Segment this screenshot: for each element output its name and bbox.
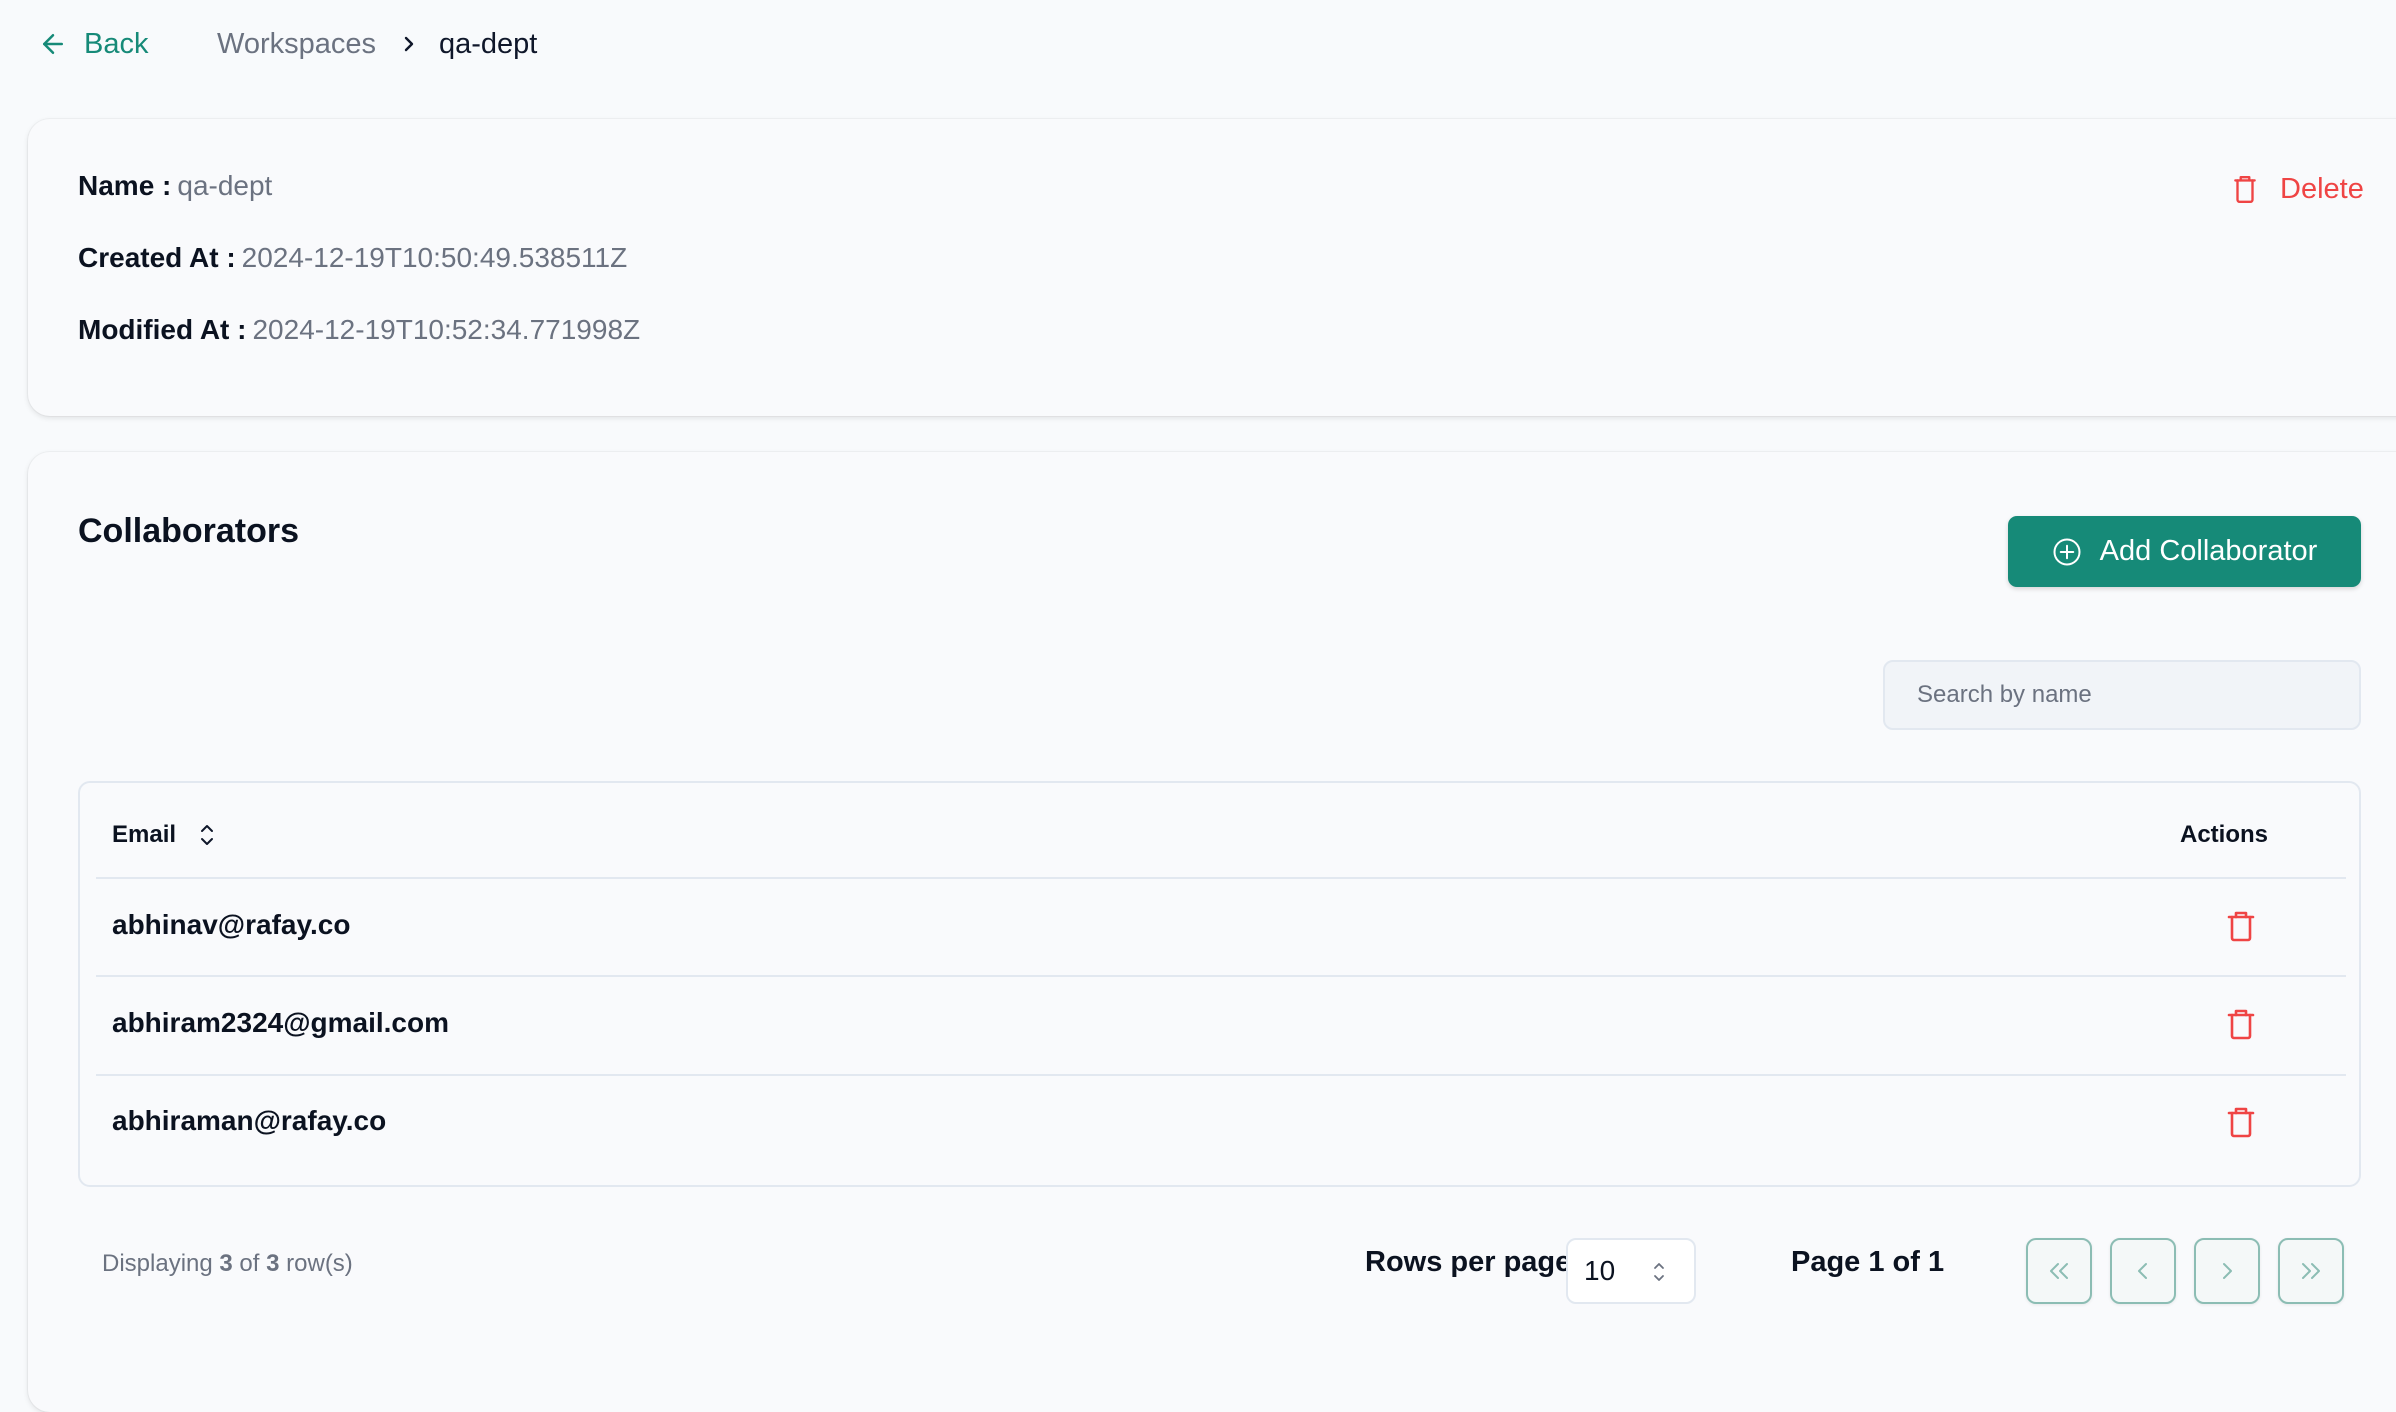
name-label: Name : [78,170,172,201]
breadcrumb-current: qa-dept [439,28,538,60]
row-divider [96,1074,2346,1076]
modified-at-field: Modified At :2024-12-19T10:52:34.771998Z [78,310,640,350]
collaborators-card: Collaborators Add Collaborator Email Act… [28,452,2396,1412]
chevron-left-icon [2138,1263,2147,1279]
created-at-label: Created At : [78,242,236,273]
displaying-of: of [239,1250,260,1277]
previous-page-button[interactable] [2110,1238,2176,1304]
modified-at-label: Modified At : [78,314,247,345]
column-header-email[interactable]: Email [112,821,216,849]
delete-label: Delete [2280,172,2364,205]
displaying-suffix: row(s) [286,1250,353,1277]
add-collaborator-button[interactable]: Add Collaborator [2008,516,2361,587]
trash-icon[interactable] [2226,909,2256,943]
chevron-right-icon [404,36,414,52]
column-header-actions: Actions [2180,821,2269,848]
rows-per-page-value: 10 [1584,1255,1616,1286]
page-indicator: Page 1 of 1 [1791,1246,1945,1278]
row-divider [96,975,2346,977]
add-collaborator-label: Add Collaborator [2099,535,2318,567]
trash-icon [2234,176,2256,204]
header-divider [96,877,2346,879]
row-email: abhiraman@rafay.co [112,1105,387,1136]
row-email: abhinav@rafay.co [112,909,351,940]
chevrons-right-icon [2302,1263,2320,1279]
chevron-right-icon [2223,1263,2232,1279]
displaying-total: 3 [266,1250,280,1277]
trash-icon[interactable] [2226,1007,2256,1041]
rows-per-page-select[interactable]: 10 [1566,1238,1696,1304]
trash-icon[interactable] [2226,1105,2256,1139]
plus-circle-icon [2053,538,2081,565]
rows-per-page-label: Rows per page [1365,1246,1572,1278]
collaborators-title: Collaborators [78,512,300,550]
arrow-left-icon [43,34,63,54]
sort-icon[interactable] [198,822,216,848]
next-page-button[interactable] [2194,1238,2260,1304]
modified-at-value: 2024-12-19T10:52:34.771998Z [252,314,641,345]
row-email: abhiram2324@gmail.com [112,1007,449,1038]
back-button[interactable]: Back [38,24,148,64]
created-at-field: Created At :2024-12-19T10:50:49.538511Z [78,238,627,278]
displaying-prefix: Displaying [102,1250,213,1277]
email-header-label: Email [112,821,177,848]
name-field: Name : qa-dept [78,166,272,206]
delete-workspace-button[interactable]: Delete [2232,167,2364,211]
rows-count-text: Displaying 3 of 3 row(s) [102,1250,353,1278]
name-value: qa-dept [177,170,273,201]
chevrons-left-icon [2050,1263,2068,1279]
back-label: Back [84,27,149,60]
breadcrumb-workspaces-link[interactable]: Workspaces [217,24,376,64]
first-page-button[interactable] [2026,1238,2092,1304]
chevron-up-down-icon [1654,1263,1664,1281]
displaying-shown: 3 [219,1250,233,1277]
search-input[interactable] [1883,660,2361,730]
last-page-button[interactable] [2278,1238,2344,1304]
created-at-value: 2024-12-19T10:50:49.538511Z [241,242,628,273]
collaborators-table: Email Actions abhinav@rafay.co abhiram23… [78,781,2361,1187]
workspace-details-card: Name : qa-dept Created At :2024-12-19T10:… [28,119,2396,416]
